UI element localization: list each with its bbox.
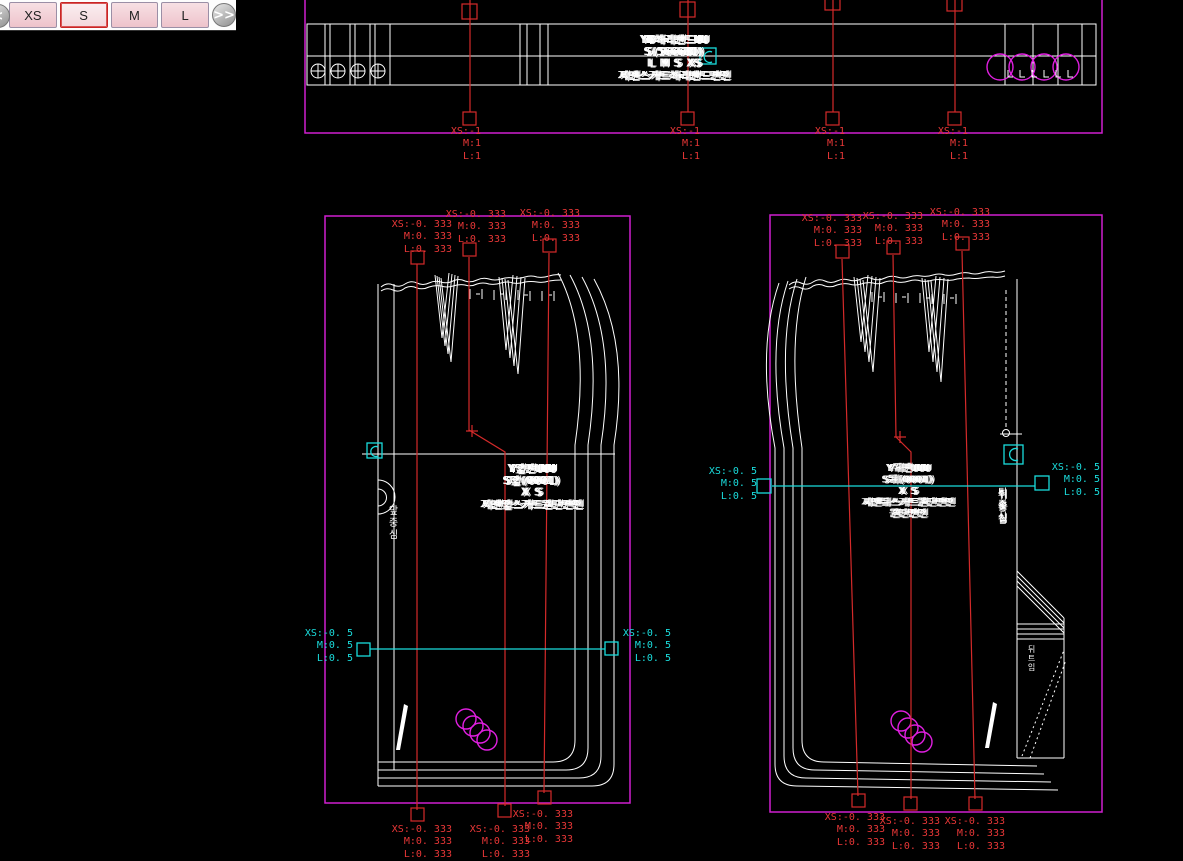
left-piece-cf-text: 앞중심 xyxy=(384,505,399,567)
right-piece-notch-marker[interactable] xyxy=(1004,445,1023,464)
grade-handle[interactable] xyxy=(605,642,618,655)
grading-annotation: XS:-0. 333M:0. 333L:0. 333 xyxy=(800,213,862,250)
grade-handle[interactable] xyxy=(681,112,694,125)
grading-annotation: XS:-1M:1L:1 xyxy=(660,126,700,163)
grade-handle[interactable] xyxy=(357,643,370,656)
grading-annotation: XS:-1M:1L:1 xyxy=(928,126,968,163)
right-piece-outline xyxy=(766,271,1066,790)
grading-annotation: XS:-0. 333M:0. 333L:0. 333 xyxy=(518,208,580,245)
hem-notch xyxy=(985,702,997,748)
grading-annotation: XS:-0. 333M:0. 333L:0. 333 xyxy=(444,209,506,246)
grading-annotation: XS:-0. 5M:0. 5L:0. 5 xyxy=(707,466,757,503)
waistband-label: YB허리밴드UUS(5666BD)L M S XS지엔스커트허리밴드면인 xyxy=(593,34,755,82)
grading-annotation: XS:-0. 5M:0. 5L:0. 5 xyxy=(1050,462,1100,499)
tab-size-m[interactable]: M xyxy=(111,2,159,28)
grade-handle[interactable] xyxy=(826,112,839,125)
grade-handle[interactable] xyxy=(757,479,771,493)
grading-annotation: XS:-1M:1L:1 xyxy=(805,126,845,163)
button-mark-icons xyxy=(311,64,385,78)
grading-annotation: XS:-0. 333M:0. 333L:0. 333 xyxy=(823,812,885,849)
right-piece-label: Y뒤판UUUS뒤(0001)X S지엔뒤스커트원단면인원단면인 xyxy=(843,464,973,521)
bounding-boxes xyxy=(305,0,1102,812)
left-piece-notch-marker[interactable] xyxy=(367,443,382,458)
tab-size-s[interactable]: S xyxy=(60,2,108,28)
grading-annotation: XS:-0. 333M:0. 333L:0. 333 xyxy=(928,207,990,244)
grading-annotation: XS:-0. 333M:0. 333L:0. 333 xyxy=(390,824,452,861)
grading-annotation: XS:-0. 333M:0. 333L:0. 333 xyxy=(878,816,940,853)
grading-annotation: XS:-0. 333M:0. 333L:0. 333 xyxy=(861,211,923,248)
grading-annotation: XS:-0. 5M:0. 5L:0. 5 xyxy=(621,628,671,665)
grading-annotation: XS:-0. 333M:0. 333L:0. 333 xyxy=(390,219,452,256)
tab-size-xs[interactable]: XS xyxy=(9,2,57,28)
pattern-drawing xyxy=(0,0,1183,856)
grading-annotation: XS:-1M:1L:1 xyxy=(441,126,481,163)
grading-annotation: XS:-0. 333M:0. 333L:0. 333 xyxy=(511,809,573,846)
grain-cross-marker xyxy=(466,425,478,437)
right-piece-vent-text: 뒤트임 xyxy=(1026,645,1037,681)
cad-canvas: { "toolbar": { "scroll_left": "<", "scro… xyxy=(0,0,1183,856)
grading-annotation: XS:-0. 5M:0. 5L:0. 5 xyxy=(303,628,353,665)
right-piece-cb-text: 뒤중심 xyxy=(993,487,1008,565)
grade-handle[interactable] xyxy=(1035,476,1049,490)
scroll-right-button[interactable]: >> xyxy=(212,3,236,27)
tab-size-l[interactable]: L xyxy=(161,2,209,28)
hem-notch xyxy=(396,704,408,750)
grade-handle[interactable] xyxy=(948,112,961,125)
grading-annotation: XS:-0. 333M:0. 333L:0. 333 xyxy=(943,816,1005,853)
waistband-tick-marks xyxy=(1008,70,1073,77)
left-piece-label: Y앞판UUUS앞(0001)X S지엔앞스커트원단면인 xyxy=(444,463,619,511)
size-toolbar: < XS S M L >> xyxy=(0,0,236,31)
grade-handle[interactable] xyxy=(463,112,476,125)
left-piece-outline xyxy=(362,273,619,786)
left-piece-drill-circles xyxy=(456,709,497,750)
back-vent xyxy=(1017,571,1066,758)
